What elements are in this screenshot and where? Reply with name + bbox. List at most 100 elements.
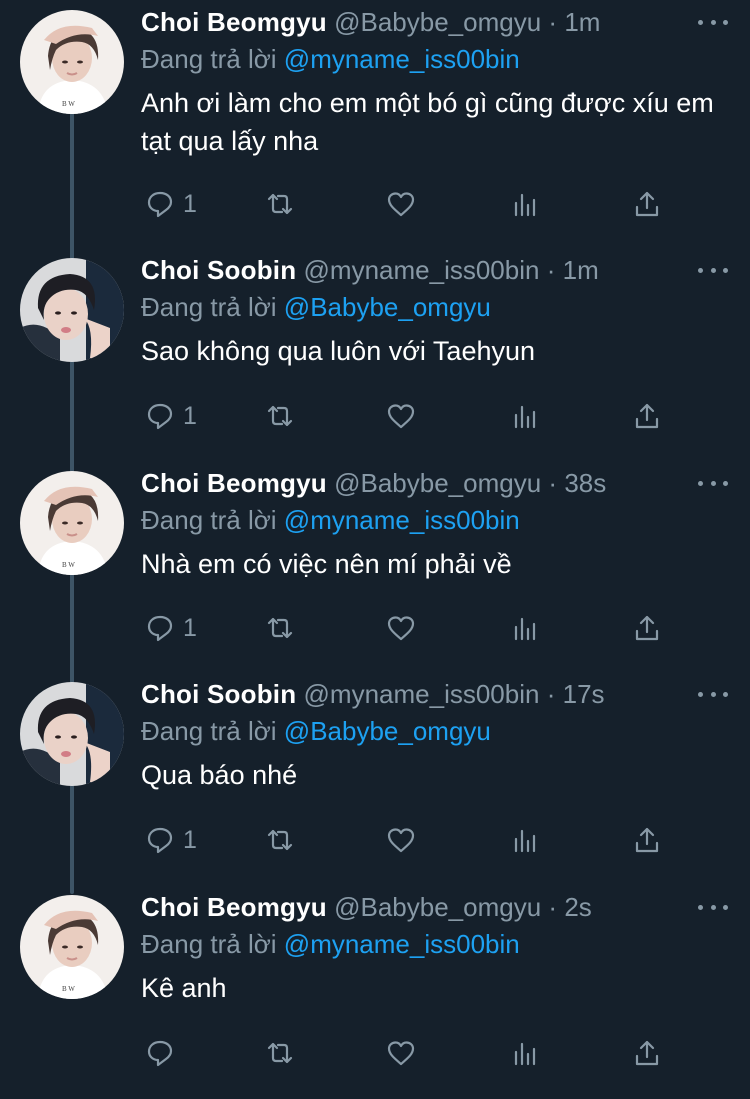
replying-prefix: Đang trả lời (141, 505, 277, 535)
tweet-text: Sao không qua luôn với Taehyun (141, 336, 536, 366)
tweet-header: Choi Beomgyu @Babybe_omgyu · 38s (141, 463, 728, 503)
timestamp[interactable]: 38s (564, 468, 606, 498)
separator-dot: · (548, 468, 558, 498)
retweet-icon (267, 1042, 293, 1064)
replying-prefix: Đang trả lời (141, 44, 277, 74)
soobin-avatar[interactable] (20, 258, 124, 362)
user-handle[interactable]: @Babybe_omgyu (334, 7, 541, 37)
retweet-icon (267, 405, 293, 427)
like-button[interactable] (386, 820, 416, 860)
tweet[interactable]: Choi Soobin @myname_iss00bin · 17s Đang … (0, 674, 750, 886)
reply-button[interactable] (145, 1033, 183, 1073)
tweet-actions: 1 (141, 396, 661, 436)
share-button[interactable] (632, 396, 662, 436)
display-name[interactable]: Choi Soobin (141, 679, 296, 709)
share-button[interactable] (632, 184, 662, 224)
reply-count: 1 (183, 401, 197, 430)
analytics-button[interactable] (510, 1033, 540, 1073)
retweet-button[interactable] (265, 184, 295, 224)
analytics-button[interactable] (510, 184, 540, 224)
reply-icon (147, 827, 173, 854)
display-name[interactable]: Choi Beomgyu (141, 7, 327, 37)
beomgyu-avatar[interactable]: B W (20, 895, 124, 999)
user-handle[interactable]: @Babybe_omgyu (334, 892, 541, 922)
more-options-icon[interactable] (698, 463, 728, 503)
heart-icon (387, 192, 415, 217)
reply-mention[interactable]: @Babybe_omgyu (284, 716, 491, 746)
reply-mention[interactable]: @myname_iss00bin (284, 505, 520, 535)
reply-count: 1 (183, 613, 197, 642)
retweet-button[interactable] (265, 1033, 295, 1073)
timestamp[interactable]: 2s (564, 892, 591, 922)
separator-dot: · (548, 892, 558, 922)
svg-text:B W: B W (62, 561, 75, 569)
reply-button[interactable]: 1 (145, 396, 197, 436)
reply-mention[interactable]: @Babybe_omgyu (284, 292, 491, 322)
tweet[interactable]: B W Choi Beomgyu @Babybe_omgyu · 38s Đan… (0, 463, 750, 675)
share-icon (635, 615, 659, 641)
retweet-button[interactable] (265, 820, 295, 860)
like-button[interactable] (386, 1033, 416, 1073)
user-handle[interactable]: @myname_iss00bin (304, 255, 540, 285)
svg-text:B W: B W (62, 100, 75, 108)
tweet-actions: 1 (141, 608, 661, 648)
user-handle[interactable]: @Babybe_omgyu (334, 468, 541, 498)
retweet-button[interactable] (265, 608, 295, 648)
replying-prefix: Đang trả lời (141, 292, 277, 322)
user-handle[interactable]: @myname_iss00bin (304, 679, 540, 709)
more-options-icon[interactable] (698, 250, 728, 290)
share-button[interactable] (632, 1033, 662, 1073)
reply-button[interactable]: 1 (145, 608, 197, 648)
reply-mention[interactable]: @myname_iss00bin (284, 44, 520, 74)
analytics-button[interactable] (510, 396, 540, 436)
replying-to: Đang trả lời @myname_iss00bin (141, 503, 728, 539)
share-button[interactable] (632, 820, 662, 860)
heart-icon (387, 404, 415, 429)
analytics-button[interactable] (510, 820, 540, 860)
replying-to: Đang trả lời @Babybe_omgyu (141, 714, 728, 750)
soobin-avatar[interactable] (20, 682, 124, 786)
more-options-icon[interactable] (698, 674, 728, 714)
display-name[interactable]: Choi Soobin (141, 255, 296, 285)
beomgyu-avatar[interactable]: B W (20, 10, 124, 114)
share-icon (635, 403, 659, 429)
tweet-thread: B W Choi Beomgyu @Babybe_omgyu · 1m Đang… (0, 0, 750, 1076)
more-options-icon[interactable] (698, 887, 728, 927)
analytics-icon (514, 405, 536, 429)
share-button[interactable] (632, 608, 662, 648)
tweet-text: Kê anh (141, 973, 227, 1003)
retweet-button[interactable] (265, 396, 295, 436)
retweet-icon (267, 193, 293, 215)
tweet-text: Qua báo nhé (141, 760, 298, 790)
timestamp[interactable]: 17s (563, 679, 605, 709)
tweet[interactable]: Choi Soobin @myname_iss00bin · 1m Đang t… (0, 250, 750, 462)
tweet-actions (141, 1033, 661, 1073)
reply-button[interactable]: 1 (145, 820, 197, 860)
display-name[interactable]: Choi Beomgyu (141, 892, 327, 922)
tweet-text: Nhà em có việc nên mí phải về (141, 549, 512, 579)
more-options-icon[interactable] (698, 2, 728, 42)
reply-mention[interactable]: @myname_iss00bin (284, 929, 520, 959)
like-button[interactable] (386, 184, 416, 224)
heart-icon (387, 616, 415, 641)
analytics-button[interactable] (510, 608, 540, 648)
separator-dot: · (546, 255, 556, 285)
share-icon (635, 191, 659, 217)
like-button[interactable] (386, 608, 416, 648)
svg-text:B W: B W (62, 985, 75, 993)
tweet[interactable]: B W Choi Beomgyu @Babybe_omgyu · 1m Đang… (0, 2, 750, 218)
tweet-actions: 1 (141, 820, 661, 860)
timestamp[interactable]: 1m (564, 7, 600, 37)
retweet-icon (267, 617, 293, 639)
share-icon (635, 827, 659, 853)
tweet-header: Choi Soobin @myname_iss00bin · 1m (141, 250, 728, 290)
display-name[interactable]: Choi Beomgyu (141, 468, 327, 498)
retweet-icon (267, 829, 293, 851)
tweet[interactable]: B W Choi Beomgyu @Babybe_omgyu · 2s Đang… (0, 887, 750, 1099)
like-button[interactable] (386, 396, 416, 436)
analytics-icon (514, 1042, 536, 1066)
reply-count: 1 (183, 825, 197, 854)
reply-button[interactable]: 1 (145, 184, 197, 224)
timestamp[interactable]: 1m (563, 255, 599, 285)
beomgyu-avatar[interactable]: B W (20, 471, 124, 575)
